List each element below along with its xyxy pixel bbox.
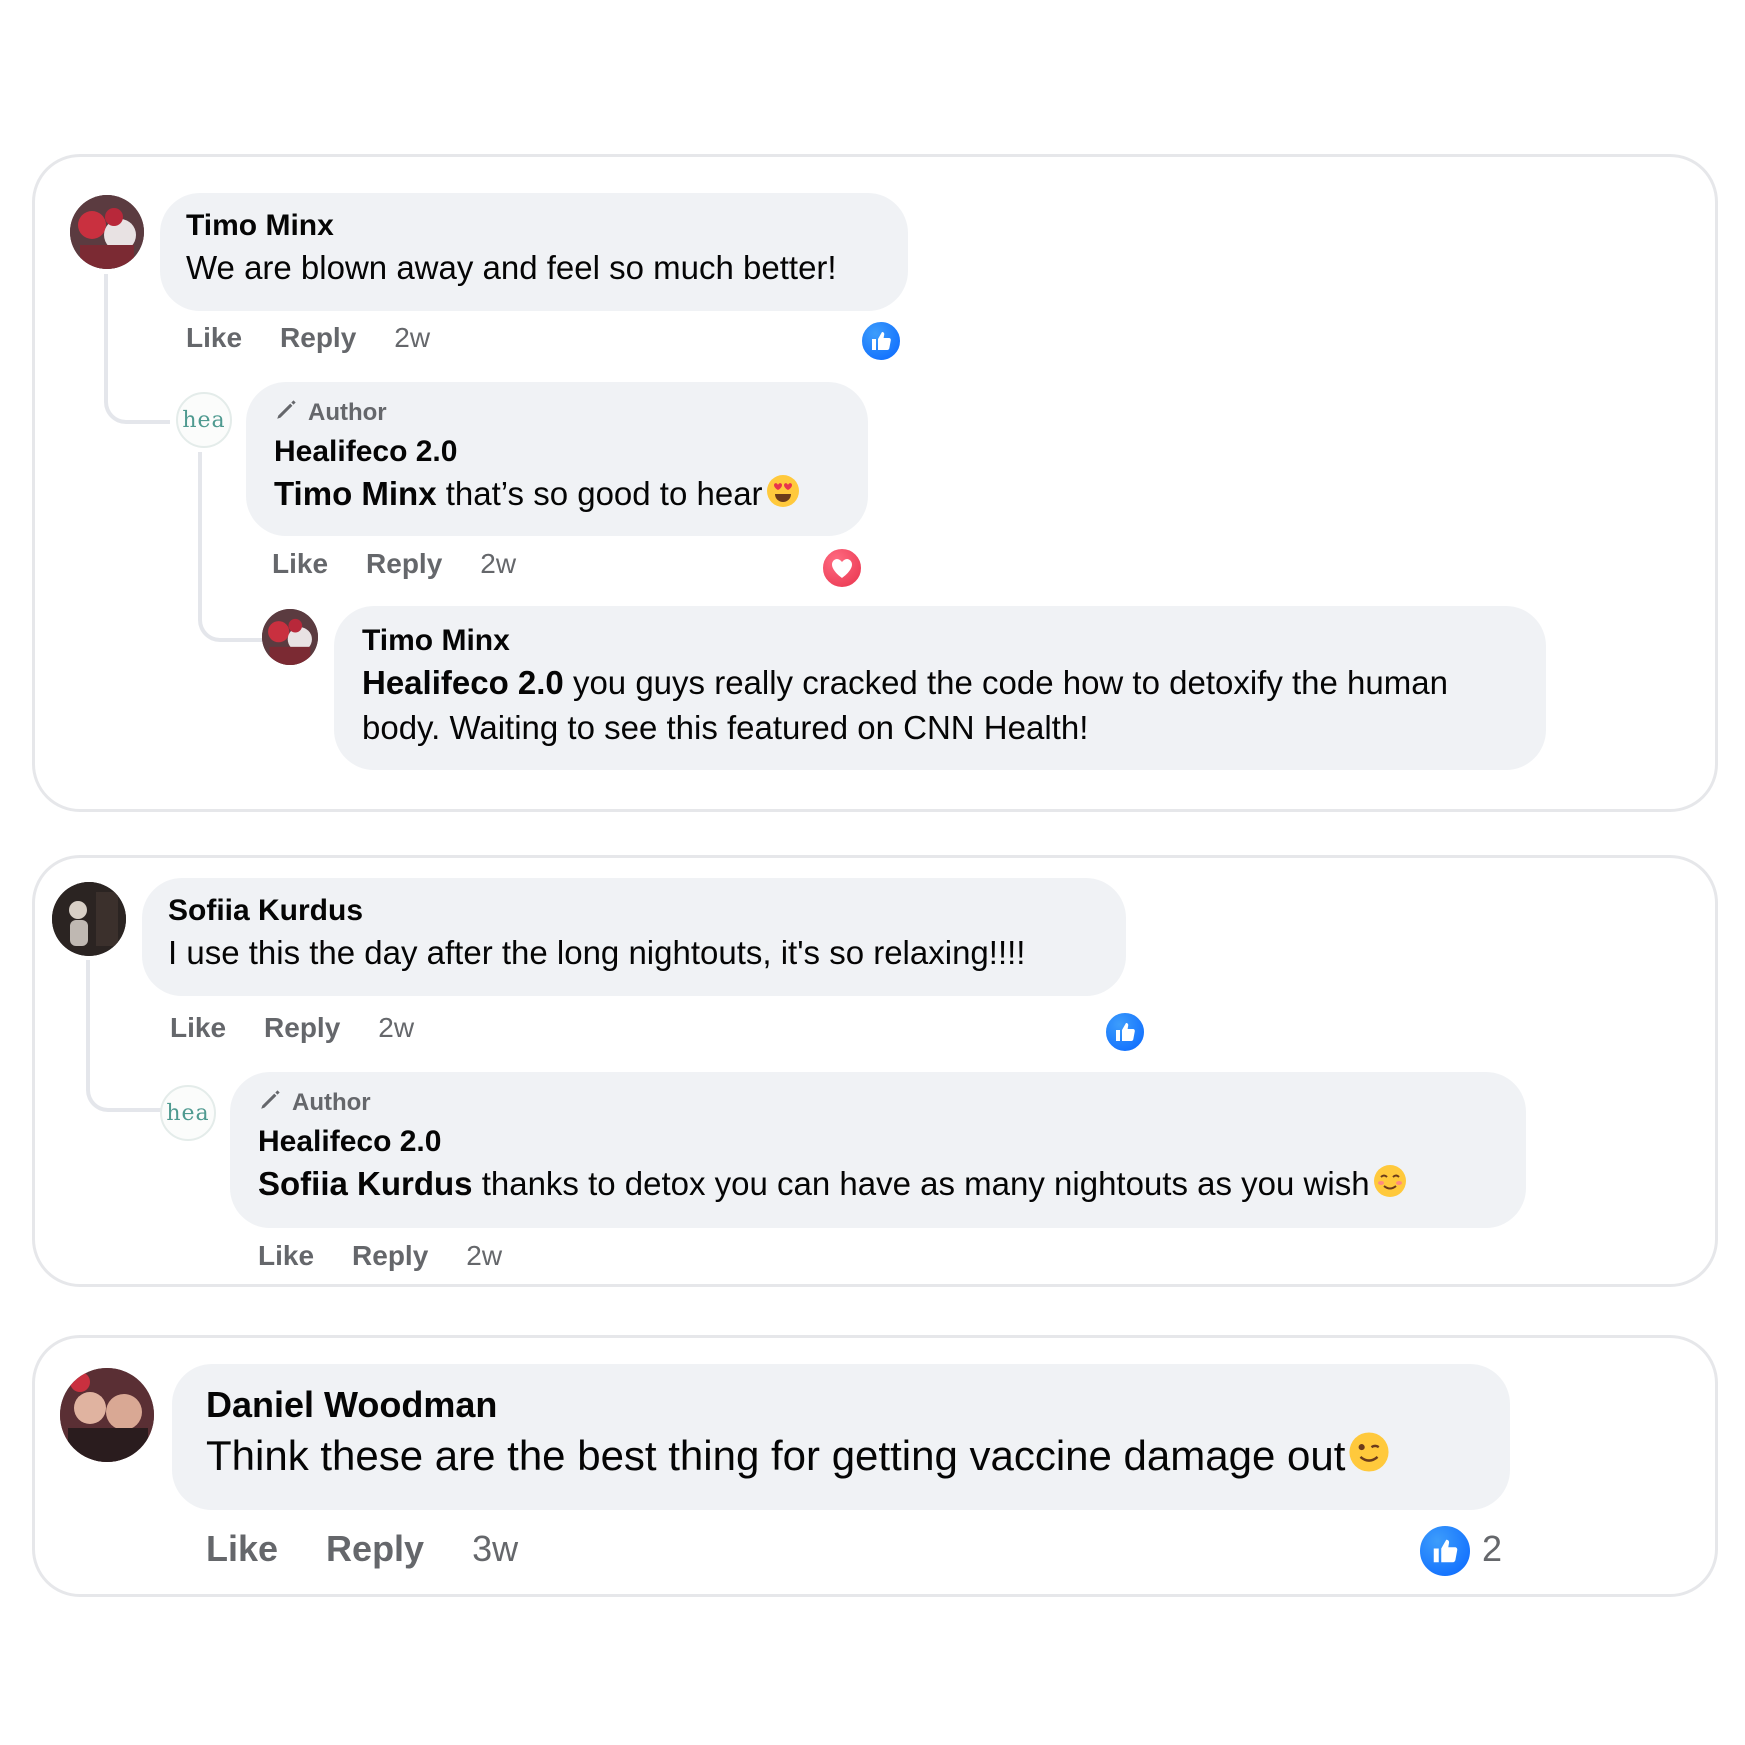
- love-reaction-icon[interactable]: [819, 545, 865, 591]
- like-button[interactable]: Like: [272, 548, 328, 580]
- nested-reply-author[interactable]: Timo Minx: [362, 624, 1518, 658]
- author-badge: Author: [258, 1086, 1498, 1119]
- page-avatar[interactable]: hea: [176, 392, 232, 448]
- author-badge-label: Author: [292, 1088, 371, 1116]
- reply-button[interactable]: Reply: [326, 1528, 424, 1570]
- mention-link[interactable]: Sofiia Kurdus: [258, 1165, 473, 1202]
- comment-text: I use this the day after the long nighto…: [168, 934, 1026, 971]
- nested-reply-bubble: Timo Minx Healifeco 2.0 you guys really …: [334, 606, 1546, 770]
- reply-text: Timo Minx that’s so good to hear: [274, 471, 840, 520]
- comment-actions: Like Reply 2w: [186, 322, 430, 354]
- page-avatar[interactable]: hea: [160, 1085, 216, 1141]
- mention-link[interactable]: Timo Minx: [274, 475, 437, 512]
- pencil-icon: [258, 1086, 284, 1119]
- thread-connector: [104, 274, 170, 424]
- reply-actions: Like Reply 2w: [272, 548, 516, 580]
- nested-reply-text: Healifeco 2.0 you guys really cracked th…: [362, 660, 1518, 750]
- wink-emoji: [1347, 1430, 1391, 1488]
- reply-actions: Like Reply 2w: [258, 1240, 502, 1272]
- comment-author[interactable]: Sofiia Kurdus: [168, 894, 1100, 928]
- like-button[interactable]: Like: [186, 322, 242, 354]
- like-button[interactable]: Like: [206, 1528, 278, 1570]
- comment-timestamp[interactable]: 3w: [472, 1528, 518, 1570]
- comment-timestamp[interactable]: 2w: [378, 1012, 414, 1044]
- reply-author[interactable]: Healifeco 2.0: [258, 1125, 1498, 1159]
- thread-connector: [86, 960, 162, 1112]
- reaction-count[interactable]: 2: [1482, 1528, 1502, 1570]
- reply-button[interactable]: Reply: [366, 548, 442, 580]
- avatar[interactable]: [70, 195, 144, 269]
- heart-eyes-emoji: [765, 473, 801, 520]
- comment-message: Think these are the best thing for getti…: [206, 1432, 1346, 1479]
- comment-text: We are blown away and feel so much bette…: [186, 249, 837, 286]
- like-reaction-icon[interactable]: [858, 318, 904, 364]
- avatar[interactable]: [262, 609, 318, 665]
- reply-timestamp[interactable]: 2w: [480, 548, 516, 580]
- reply-button[interactable]: Reply: [264, 1012, 340, 1044]
- author-badge: Author: [274, 396, 840, 429]
- author-badge-label: Author: [308, 398, 387, 426]
- like-button[interactable]: Like: [170, 1012, 226, 1044]
- reply-author[interactable]: Healifeco 2.0: [274, 435, 840, 469]
- avatar[interactable]: [60, 1368, 154, 1462]
- smiling-blush-emoji: [1372, 1163, 1408, 1210]
- comment-bubble: Timo Minx We are blown away and feel so …: [160, 193, 908, 311]
- comment-bubble: Sofiia Kurdus I use this the day after t…: [142, 878, 1126, 996]
- reply-bubble: Author Healifeco 2.0 Sofiia Kurdus thank…: [230, 1072, 1526, 1228]
- reply-button[interactable]: Reply: [352, 1240, 428, 1272]
- comment-author[interactable]: Daniel Woodman: [206, 1384, 1476, 1426]
- comment-text: Think these are the best thing for getti…: [206, 1428, 1476, 1488]
- comment-bubble: Daniel Woodman Think these are the best …: [172, 1364, 1510, 1510]
- mention-link[interactable]: Healifeco 2.0: [362, 664, 564, 701]
- like-reaction-icon[interactable]: [1102, 1009, 1148, 1055]
- reply-text: Sofiia Kurdus thanks to detox you can ha…: [258, 1161, 1498, 1210]
- like-reaction-icon[interactable]: [1416, 1522, 1474, 1580]
- like-button[interactable]: Like: [258, 1240, 314, 1272]
- avatar[interactable]: [52, 882, 126, 956]
- comment-author[interactable]: Timo Minx: [186, 209, 882, 243]
- comment-timestamp[interactable]: 2w: [394, 322, 430, 354]
- comment-actions: Like Reply 3w: [206, 1528, 518, 1570]
- comment-actions: Like Reply 2w: [170, 1012, 414, 1044]
- pencil-icon: [274, 396, 300, 429]
- reply-timestamp[interactable]: 2w: [466, 1240, 502, 1272]
- reply-bubble: Author Healifeco 2.0 Timo Minx that’s so…: [246, 382, 868, 536]
- reply-button[interactable]: Reply: [280, 322, 356, 354]
- reply-message: that’s so good to hear: [436, 475, 763, 512]
- reply-message: thanks to detox you can have as many nig…: [472, 1165, 1370, 1202]
